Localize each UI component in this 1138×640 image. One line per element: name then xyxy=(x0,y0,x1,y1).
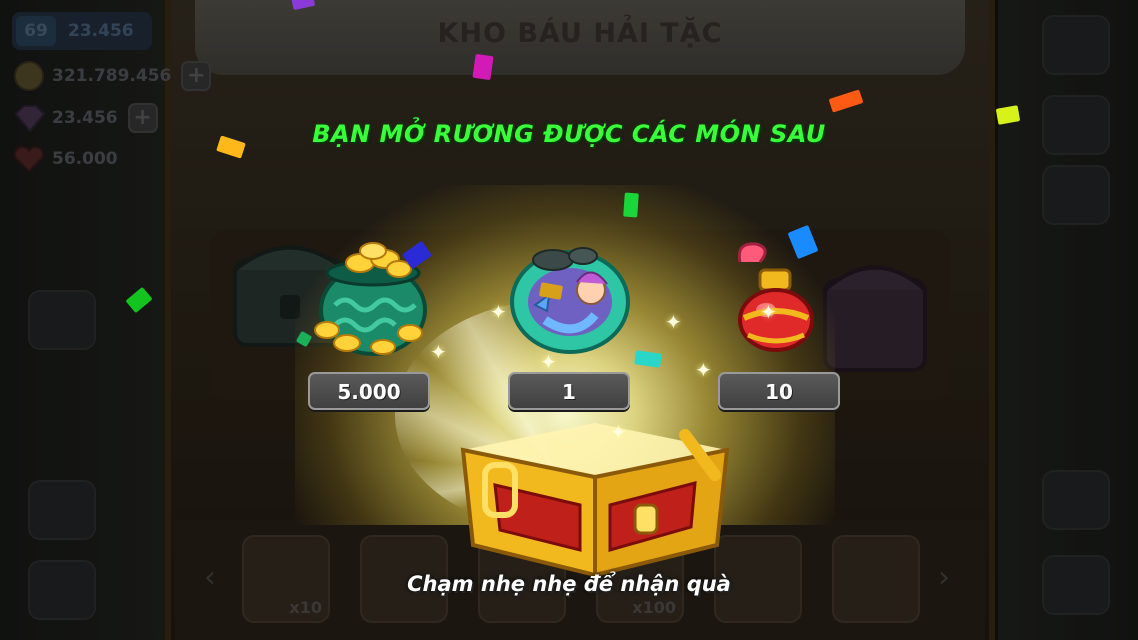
confetti-piece xyxy=(472,53,494,81)
sparkle-icon: ✦ xyxy=(610,420,627,444)
sparkle-icon: ✦ xyxy=(760,300,777,324)
reward-quantity-gold: 5.000 xyxy=(308,372,430,410)
quantity-label: 1 xyxy=(562,380,576,404)
sparkle-icon: ✦ xyxy=(540,350,557,374)
sparkle-icon: ✦ xyxy=(490,300,507,324)
opened-treasure-chest-icon[interactable] xyxy=(455,405,735,580)
reward-quantity-potion: 10 xyxy=(718,372,840,410)
sparkle-icon: ✦ xyxy=(430,340,447,364)
confetti-piece xyxy=(623,192,639,218)
quantity-label: 10 xyxy=(765,380,793,404)
quantity-label: 5.000 xyxy=(337,380,401,404)
sparkle-icon: ✦ xyxy=(695,358,712,382)
reward-heading: BẠN MỞ RƯƠNG ĐƯỢC CÁC MÓN SAU xyxy=(312,120,826,148)
mermaid-pet-icon xyxy=(510,247,630,354)
reward-item-potion xyxy=(722,240,832,360)
reward-item-pet xyxy=(505,240,635,360)
tap-to-claim-hint: Chạm nhẹ nhẹ để nhận quà xyxy=(407,572,731,596)
sparkle-icon: ✦ xyxy=(665,310,682,334)
red-potion-icon xyxy=(737,242,814,352)
